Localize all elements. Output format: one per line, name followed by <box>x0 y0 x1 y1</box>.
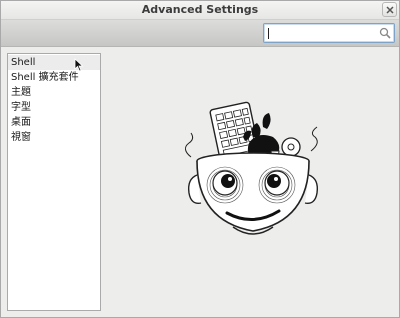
sidebar-item-label: Shell 擴充套件 <box>11 72 79 83</box>
sidebar-item-label: Shell <box>11 57 36 68</box>
sidebar-item-windows[interactable]: 視窗 <box>8 130 100 145</box>
sidebar-item-fonts[interactable]: 字型 <box>8 100 100 115</box>
mouse-cursor-icon <box>74 58 84 72</box>
close-icon <box>386 6 394 14</box>
sidebar-item-label: 主題 <box>11 87 31 98</box>
search-input[interactable] <box>267 25 375 40</box>
search-icon[interactable] <box>379 27 391 39</box>
search-box[interactable] <box>263 23 395 43</box>
sidebar-list: Shell Shell 擴充套件 主題 字型 桌面 視窗 <box>7 53 101 311</box>
window-title: Advanced Settings <box>141 3 259 16</box>
sidebar-item-label: 視窗 <box>11 132 31 143</box>
head-with-tools-illustration <box>185 101 319 235</box>
sidebar-item-shell-extensions[interactable]: Shell 擴充套件 <box>8 70 100 85</box>
toolbar <box>1 20 399 47</box>
advanced-settings-window: Advanced Settings Shell Shell 擴充套件 主題 字型… <box>0 0 400 318</box>
sidebar-item-shell[interactable]: Shell <box>8 55 100 70</box>
sidebar-item-label: 字型 <box>11 102 31 113</box>
close-button[interactable] <box>382 2 397 17</box>
sidebar-item-label: 桌面 <box>11 117 31 128</box>
sidebar-item-theme[interactable]: 主題 <box>8 85 100 100</box>
sidebar-item-desktop[interactable]: 桌面 <box>8 115 100 130</box>
title-bar[interactable]: Advanced Settings <box>1 1 399 20</box>
